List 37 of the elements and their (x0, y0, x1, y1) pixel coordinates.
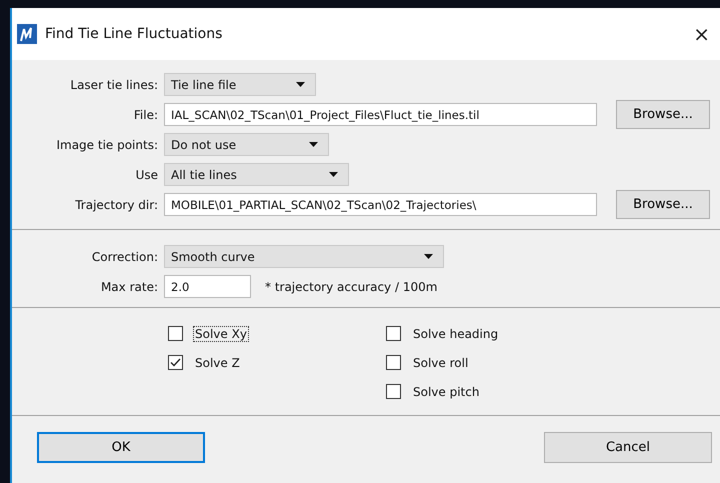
field-label: Use (134, 168, 159, 182)
app-logo-icon (17, 24, 37, 44)
browse-button[interactable]: Browse... (616, 100, 710, 129)
checkbox-label: Solve roll (412, 354, 470, 370)
caret-icon (329, 172, 338, 177)
input-field[interactable]: IAL_SCAN\02_TScan\01_Project_Files\Fluct_tie_lines.til (164, 103, 597, 126)
checkbox[interactable] (386, 326, 401, 341)
checkbox[interactable] (386, 355, 401, 370)
checkbox-label: Solve Z (194, 354, 241, 370)
dialog-button[interactable]: OK (37, 432, 205, 463)
caret-icon (296, 82, 305, 87)
checkbox[interactable] (168, 355, 183, 370)
checkbox-label: Solve heading (412, 326, 500, 342)
caret-icon (309, 142, 318, 147)
field-label: Laser tie lines: (69, 78, 159, 92)
hint-text: * trajectory accuracy / 100m (265, 280, 438, 294)
checkbox-label: Solve pitch (412, 384, 480, 400)
input-field[interactable]: MOBILE\01_PARTIAL_SCAN\02_TScan\02_Trajectories\ (164, 193, 597, 216)
input-field[interactable]: 2.0 (164, 275, 251, 298)
window-title: Find Tie Line Fluctuations (45, 26, 224, 42)
checkbox[interactable] (168, 326, 183, 341)
field-label: Max rate: (100, 280, 159, 294)
field-label: Image tie points: (55, 138, 159, 152)
field-label: Trajectory dir: (74, 198, 159, 212)
close-button[interactable]: × (693, 22, 710, 46)
dropdown[interactable]: Tie line file (164, 73, 316, 96)
field-label: Correction: (90, 250, 159, 264)
checkbox-label: Solve Xy (193, 326, 249, 342)
checkbox[interactable] (386, 384, 401, 399)
checkmark-icon (170, 358, 181, 367)
field-label: File: (132, 108, 159, 122)
dialog-button[interactable]: Cancel (544, 432, 712, 463)
dropdown[interactable]: Do not use (164, 133, 329, 156)
dropdown[interactable]: All tie lines (164, 163, 349, 186)
dropdown[interactable]: Smooth curve (164, 245, 444, 268)
caret-icon (424, 254, 433, 259)
browse-button[interactable]: Browse... (616, 190, 710, 219)
